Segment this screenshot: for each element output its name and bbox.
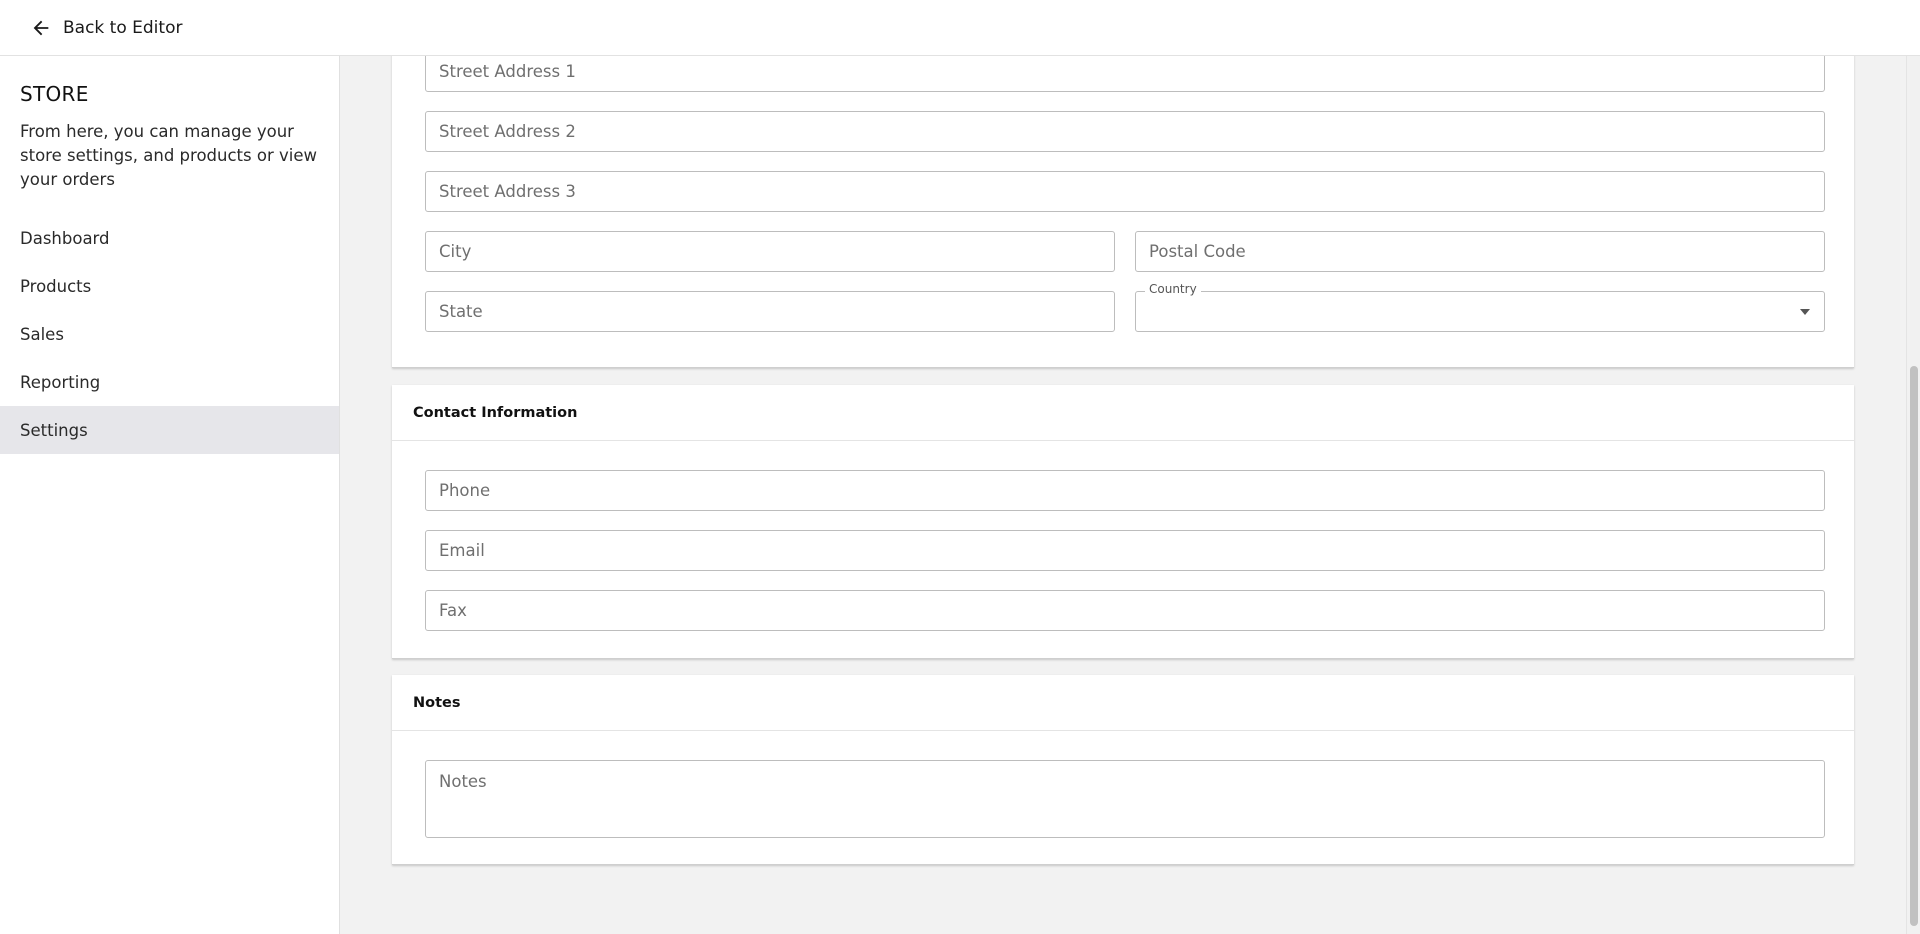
notes-title: Notes	[392, 675, 1854, 731]
sidebar-nav: Dashboard Products Sales Reporting Setti…	[0, 214, 339, 454]
sidebar-item-settings[interactable]: Settings	[0, 406, 339, 454]
state-placeholder: State	[439, 302, 483, 321]
main-content: Street Address 1 Street Address 2 Street…	[340, 56, 1906, 934]
fax-placeholder: Fax	[439, 601, 467, 620]
notes-textarea[interactable]: Notes	[425, 760, 1825, 838]
state-input[interactable]: State	[425, 291, 1115, 332]
notes-card: Notes Notes	[392, 675, 1854, 865]
fax-input[interactable]: Fax	[425, 590, 1825, 631]
street-address-1-placeholder: Street Address 1	[439, 62, 576, 81]
city-input[interactable]: City	[425, 231, 1115, 272]
scrollbar-thumb[interactable]	[1910, 366, 1918, 926]
notes-placeholder: Notes	[439, 772, 487, 791]
postal-code-placeholder: Postal Code	[1149, 242, 1246, 261]
postal-code-input[interactable]: Postal Code	[1135, 231, 1825, 272]
back-to-editor-label: Back to Editor	[63, 17, 183, 38]
store-title: STORE	[20, 82, 89, 106]
phone-placeholder: Phone	[439, 481, 491, 500]
caret-down-icon	[1800, 309, 1810, 315]
contact-information-title: Contact Information	[392, 385, 1854, 441]
street-address-2-placeholder: Street Address 2	[439, 122, 576, 141]
street-address-1-input[interactable]: Street Address 1	[425, 56, 1825, 92]
top-bar: Back to Editor	[0, 0, 1920, 56]
country-label: Country	[1145, 282, 1201, 296]
contact-information-card: Contact Information Phone Email Fax	[392, 385, 1854, 659]
street-address-3-input[interactable]: Street Address 3	[425, 171, 1825, 212]
street-address-3-placeholder: Street Address 3	[439, 182, 576, 201]
email-input[interactable]: Email	[425, 530, 1825, 571]
scrollbar[interactable]	[1906, 56, 1920, 934]
sidebar-item-reporting[interactable]: Reporting	[0, 358, 339, 406]
city-placeholder: City	[439, 242, 472, 261]
sidebar-item-sales[interactable]: Sales	[0, 310, 339, 358]
back-to-editor-button[interactable]: Back to Editor	[24, 8, 188, 48]
email-placeholder: Email	[439, 541, 485, 560]
street-address-2-input[interactable]: Street Address 2	[425, 111, 1825, 152]
store-description: From here, you can manage your store set…	[20, 122, 317, 189]
phone-input[interactable]: Phone	[425, 470, 1825, 511]
arrow-left-icon	[33, 20, 49, 35]
country-select[interactable]: Country	[1135, 282, 1825, 332]
sidebar-item-dashboard[interactable]: Dashboard	[0, 214, 339, 262]
address-card: Street Address 1 Street Address 2 Street…	[392, 56, 1854, 368]
sidebar: STORE From here, you can manage your sto…	[0, 56, 340, 934]
sidebar-item-products[interactable]: Products	[0, 262, 339, 310]
